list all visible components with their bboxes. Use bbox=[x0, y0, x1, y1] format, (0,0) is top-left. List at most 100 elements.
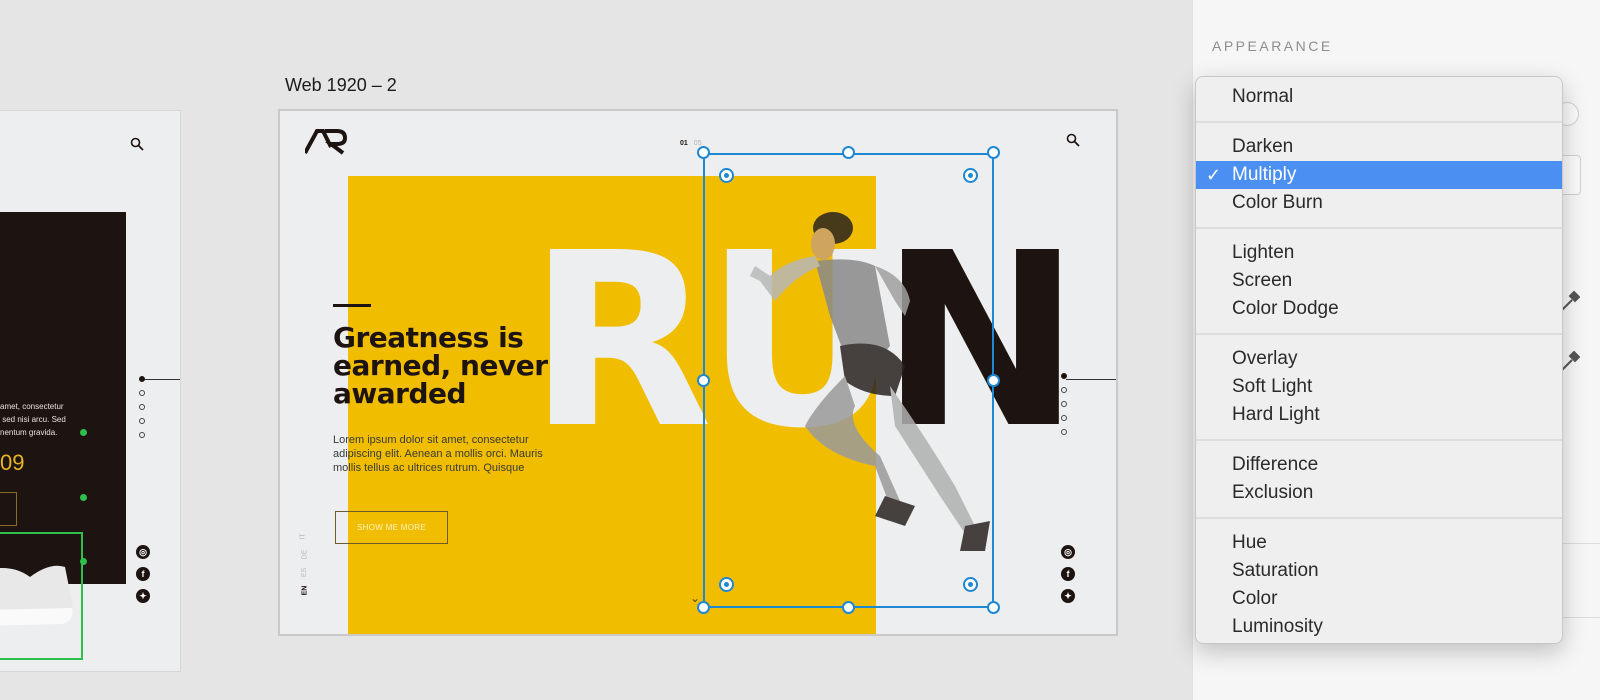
menu-item-label: Soft Light bbox=[1232, 376, 1313, 397]
menu-item-label: Overlay bbox=[1232, 348, 1298, 369]
menu-item-screen[interactable]: Screen bbox=[1196, 267, 1562, 295]
menu-item-label: Color Burn bbox=[1232, 192, 1323, 213]
slide-current: 01 bbox=[680, 140, 688, 147]
menu-item-soft-light[interactable]: Soft Light bbox=[1196, 373, 1562, 401]
corner-radius-handle[interactable] bbox=[963, 577, 978, 592]
nav-dot[interactable] bbox=[1061, 401, 1067, 407]
menu-item-label: Screen bbox=[1232, 270, 1293, 291]
menu-item-hard-light[interactable]: Hard Light bbox=[1196, 401, 1562, 429]
selection-handle[interactable] bbox=[80, 558, 87, 565]
menu-separator bbox=[1196, 439, 1562, 441]
nav-dot[interactable] bbox=[139, 390, 145, 396]
menu-item-color-burn[interactable]: Color Burn bbox=[1196, 189, 1562, 217]
lang-de[interactable]: DE bbox=[301, 550, 308, 560]
menu-item-label: Hue bbox=[1232, 532, 1267, 553]
resize-handle-top-right[interactable] bbox=[987, 146, 1000, 159]
slide-counter: 01 05 bbox=[680, 140, 702, 147]
resize-handle-bottom-right[interactable] bbox=[987, 601, 1000, 614]
product-button bbox=[0, 492, 17, 526]
appearance-section-title: APPEARANCE bbox=[1212, 38, 1333, 54]
headline[interactable]: Greatness is earned, never awarded bbox=[333, 324, 583, 408]
menu-item-label: Lighten bbox=[1232, 242, 1295, 263]
menu-item-saturation[interactable]: Saturation bbox=[1196, 557, 1562, 585]
nav-dot[interactable] bbox=[139, 418, 145, 424]
menu-item-exclusion[interactable]: Exclusion bbox=[1196, 479, 1562, 507]
menu-item-difference[interactable]: Difference bbox=[1196, 451, 1562, 479]
menu-item-label: Luminosity bbox=[1232, 616, 1323, 637]
body-text[interactable]: Lorem ipsum dolor sit amet, consectetur … bbox=[333, 433, 568, 475]
lang-en[interactable]: EN bbox=[301, 586, 308, 596]
menu-separator bbox=[1196, 121, 1562, 123]
artboard-title[interactable]: Web 1920 – 2 bbox=[285, 75, 397, 96]
nav-line bbox=[140, 379, 180, 380]
menu-item-label: Hard Light bbox=[1232, 404, 1320, 425]
menu-item-darken[interactable]: Darken bbox=[1196, 133, 1562, 161]
instagram-icon[interactable]: ◎ bbox=[1061, 545, 1075, 559]
selection-handle[interactable] bbox=[80, 429, 87, 436]
menu-item-multiply[interactable]: ✓ Multiply bbox=[1196, 161, 1562, 189]
product-body-text: amet, consectetur sed nisi arcu. Sed nen… bbox=[0, 402, 66, 437]
menu-item-label: Multiply bbox=[1232, 164, 1297, 185]
twitter-icon[interactable]: ✦ bbox=[1061, 589, 1075, 603]
menu-item-lighten[interactable]: Lighten bbox=[1196, 239, 1562, 267]
menu-item-hue[interactable]: Hue bbox=[1196, 529, 1562, 557]
menu-item-luminosity[interactable]: Luminosity bbox=[1196, 613, 1562, 641]
resize-handle-top-left[interactable] bbox=[697, 146, 710, 159]
selection-bounding-box[interactable] bbox=[703, 153, 994, 608]
corner-radius-handle[interactable] bbox=[963, 168, 978, 183]
nav-dot[interactable] bbox=[1061, 429, 1067, 435]
resize-handle-bottom[interactable] bbox=[842, 601, 855, 614]
artboard-web-1920-1[interactable]: amet, consectetur sed nisi arcu. Sed nen… bbox=[0, 111, 180, 671]
nav-dot[interactable] bbox=[139, 432, 145, 438]
menu-item-label: Exclusion bbox=[1232, 482, 1314, 503]
headline-accent-bar bbox=[333, 304, 371, 307]
search-icon[interactable] bbox=[130, 137, 144, 151]
menu-item-label: Saturation bbox=[1232, 560, 1319, 581]
selection-handle[interactable] bbox=[80, 494, 87, 501]
menu-item-label: Difference bbox=[1232, 454, 1319, 475]
resize-handle-left[interactable] bbox=[697, 374, 710, 387]
nav-dots[interactable] bbox=[138, 376, 145, 446]
menu-item-color[interactable]: Color bbox=[1196, 585, 1562, 613]
search-icon[interactable] bbox=[1066, 133, 1080, 147]
twitter-icon[interactable]: ✦ bbox=[136, 589, 150, 603]
resize-handle-top[interactable] bbox=[842, 146, 855, 159]
menu-item-color-dodge[interactable]: Color Dodge bbox=[1196, 295, 1562, 323]
nav-dot[interactable] bbox=[1061, 373, 1067, 379]
checkmark-icon: ✓ bbox=[1206, 165, 1222, 185]
panel-divider bbox=[1560, 617, 1600, 618]
menu-item-label: Color bbox=[1232, 588, 1278, 609]
menu-item-label: Color Dodge bbox=[1232, 298, 1339, 319]
menu-separator bbox=[1196, 333, 1562, 335]
menu-item-label: Darken bbox=[1232, 136, 1294, 157]
menu-item-label: Normal bbox=[1232, 86, 1294, 107]
menu-item-overlay[interactable]: Overlay bbox=[1196, 345, 1562, 373]
selected-shoe-bounds[interactable] bbox=[0, 532, 83, 660]
dark-product-panel: amet, consectetur sed nisi arcu. Sed nen… bbox=[0, 212, 126, 660]
eyedropper-icon[interactable] bbox=[1560, 350, 1580, 372]
resize-handle-bottom-left[interactable] bbox=[697, 601, 710, 614]
nav-dot[interactable] bbox=[1061, 387, 1067, 393]
lang-it[interactable]: IT bbox=[300, 533, 307, 539]
resize-handle-right[interactable] bbox=[987, 374, 1000, 387]
menu-separator bbox=[1196, 517, 1562, 519]
corner-radius-handle[interactable] bbox=[719, 577, 734, 592]
panel-divider bbox=[1560, 543, 1600, 544]
nav-line bbox=[1066, 379, 1116, 380]
nav-dot[interactable] bbox=[139, 404, 145, 410]
facebook-icon[interactable]: f bbox=[1061, 567, 1075, 581]
show-me-more-button[interactable]: SHOW ME MORE bbox=[335, 511, 448, 544]
instagram-icon[interactable]: ◎ bbox=[136, 545, 150, 559]
language-switcher[interactable]: EN ES DE IT bbox=[300, 531, 320, 611]
product-price: 09 bbox=[0, 450, 25, 475]
blend-mode-menu[interactable]: Normal Darken ✓ Multiply Color Burn Lighten Sc… bbox=[1195, 76, 1563, 644]
nav-dot[interactable] bbox=[139, 376, 145, 382]
eyedropper-icon[interactable] bbox=[1560, 290, 1580, 312]
menu-item-normal[interactable]: Normal bbox=[1196, 83, 1562, 111]
corner-radius-handle[interactable] bbox=[719, 168, 734, 183]
facebook-icon[interactable]: f bbox=[136, 567, 150, 581]
nav-dots[interactable] bbox=[1060, 373, 1067, 443]
menu-separator bbox=[1196, 227, 1562, 229]
lang-es[interactable]: ES bbox=[301, 568, 308, 577]
nav-dot[interactable] bbox=[1061, 415, 1067, 421]
